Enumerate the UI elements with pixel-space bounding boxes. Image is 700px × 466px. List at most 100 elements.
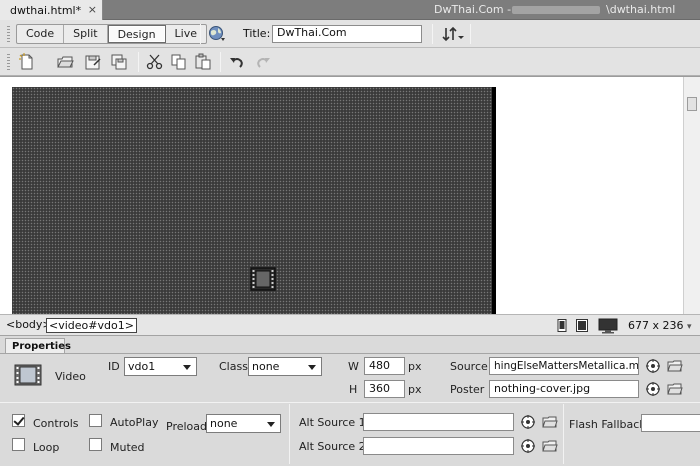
- document-toolbar: Code Split Design Live Title: DwThai.Com: [0, 20, 700, 48]
- standard-toolbar: [0, 48, 700, 76]
- browse-folder-icon[interactable]: [667, 381, 683, 397]
- height-input[interactable]: 360: [364, 380, 405, 398]
- element-type-label: Video: [55, 370, 86, 383]
- video-placeholder-icon: [250, 267, 276, 291]
- vertical-scrollbar[interactable]: [683, 77, 700, 315]
- path-file: \dwthai.html: [606, 3, 676, 16]
- source-input[interactable]: hingElseMattersMetallica.mp4: [489, 357, 639, 375]
- panel-header-line: [0, 353, 700, 354]
- path-site: DwThai.Com -: [434, 3, 512, 16]
- source-label: Source: [450, 360, 488, 373]
- copy-icon[interactable]: [170, 53, 188, 71]
- chevron-down-icon: ▾: [687, 322, 692, 332]
- page-title-input[interactable]: DwThai.Com: [272, 25, 422, 43]
- height-label: H: [349, 383, 358, 396]
- chevron-down-icon: [183, 365, 191, 370]
- point-to-file-icon[interactable]: [645, 358, 661, 374]
- class-label: Class: [219, 360, 248, 373]
- paste-icon[interactable]: [194, 53, 212, 71]
- tablet-size-icon[interactable]: [576, 319, 588, 332]
- id-value: vdo1: [128, 360, 156, 373]
- new-document-icon[interactable]: [18, 53, 36, 71]
- save-icon[interactable]: [84, 53, 102, 71]
- status-bar: <body> <video#vdo1> 677 x 236 ▾: [0, 314, 700, 336]
- panel-divider: [289, 404, 290, 464]
- window-dimensions-value: 677 x 236: [628, 319, 684, 332]
- browse-folder-icon[interactable]: [667, 358, 683, 374]
- undo-icon[interactable]: [228, 53, 246, 71]
- code-view-button[interactable]: Code: [17, 25, 65, 43]
- document-tab-label: dwthai.html*: [10, 3, 82, 17]
- loop-checkbox[interactable]: [12, 438, 25, 451]
- chevron-down-icon: [267, 422, 275, 427]
- preload-label: Preload: [166, 420, 207, 433]
- browse-folder-icon[interactable]: [542, 438, 558, 454]
- page-title-value: DwThai.Com: [277, 26, 347, 39]
- poster-value: nothing-cover.jpg: [494, 382, 591, 395]
- title-label: Title:: [243, 27, 271, 40]
- alt-source-2-input[interactable]: [363, 437, 514, 455]
- flash-fallback-label: Flash Fallback: [569, 418, 646, 431]
- poster-input[interactable]: nothing-cover.jpg: [489, 380, 639, 398]
- document-tab-bar: dwthai.html* × DwThai.Com - \dwthai.html: [0, 0, 700, 20]
- design-view-canvas[interactable]: [0, 76, 700, 315]
- class-select[interactable]: none: [248, 357, 322, 376]
- autoplay-checkbox[interactable]: [89, 414, 102, 427]
- panel-divider: [563, 404, 564, 464]
- open-folder-icon[interactable]: [56, 53, 74, 71]
- height-unit: px: [408, 383, 422, 396]
- width-label: W: [348, 360, 359, 373]
- tag-selector-body[interactable]: <body>: [6, 318, 52, 333]
- video-element-icon: [14, 364, 42, 386]
- point-to-file-icon[interactable]: [520, 414, 536, 430]
- preload-value: none: [210, 417, 238, 430]
- design-view-button[interactable]: Design: [107, 25, 166, 43]
- muted-label: Muted: [110, 441, 145, 454]
- alt-source-1-input[interactable]: [363, 413, 514, 431]
- preload-select[interactable]: none: [206, 414, 281, 433]
- video-element-placeholder[interactable]: [12, 87, 496, 315]
- save-all-icon[interactable]: [110, 53, 128, 71]
- toolbar-separator: [432, 24, 433, 44]
- scrollbar-thumb[interactable]: [687, 97, 697, 111]
- controls-checkbox[interactable]: [12, 414, 25, 427]
- toolbar-separator: [470, 24, 471, 44]
- browse-folder-icon[interactable]: [542, 414, 558, 430]
- preview-in-browser-icon[interactable]: [208, 25, 226, 43]
- properties-tab[interactable]: Properties: [5, 338, 71, 354]
- window-dimensions[interactable]: 677 x 236 ▾: [628, 319, 692, 332]
- toolbar-grip[interactable]: [7, 26, 10, 42]
- point-to-file-icon[interactable]: [645, 381, 661, 397]
- chevron-down-icon: [308, 365, 316, 370]
- toolbar-separator: [220, 52, 221, 72]
- class-value: none: [252, 360, 280, 373]
- poster-label: Poster: [450, 383, 485, 396]
- document-tab[interactable]: dwthai.html* ×: [0, 0, 103, 20]
- alt-source-2-label: Alt Source 2: [299, 440, 366, 453]
- split-view-button[interactable]: Split: [64, 25, 108, 43]
- cut-icon[interactable]: [146, 53, 164, 71]
- panel-divider: [0, 402, 700, 403]
- source-value: hingElseMattersMetallica.mp4: [494, 360, 639, 372]
- file-management-icon[interactable]: [440, 25, 466, 43]
- width-input[interactable]: 480: [364, 357, 405, 375]
- height-value: 360: [369, 382, 390, 395]
- id-label: ID: [108, 360, 120, 373]
- loop-label: Loop: [33, 441, 60, 454]
- toolbar-separator: [138, 52, 139, 72]
- width-value: 480: [369, 359, 390, 372]
- alt-source-1-label: Alt Source 1: [299, 416, 366, 429]
- desktop-size-icon[interactable]: [598, 318, 618, 334]
- id-combobox[interactable]: vdo1: [124, 357, 197, 376]
- path-redacted: [512, 6, 600, 14]
- flash-fallback-input[interactable]: [641, 414, 700, 432]
- tag-selector-video[interactable]: <video#vdo1>: [46, 318, 137, 333]
- point-to-file-icon[interactable]: [520, 438, 536, 454]
- redo-icon[interactable]: [254, 53, 272, 71]
- toolbar-grip[interactable]: [7, 54, 10, 70]
- view-mode-buttons: Code Split Design Live: [16, 24, 208, 44]
- muted-checkbox[interactable]: [89, 438, 102, 451]
- mobile-size-icon[interactable]: [556, 319, 568, 332]
- toolbar-separator: [200, 24, 201, 44]
- close-tab-icon[interactable]: ×: [88, 4, 97, 16]
